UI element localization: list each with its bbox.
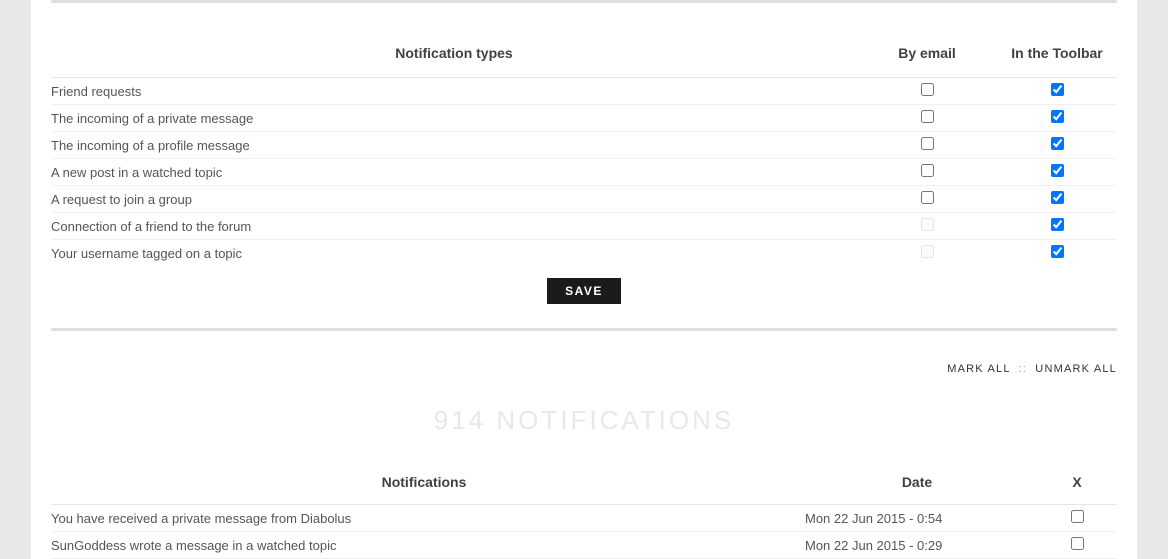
toolbar-checkbox[interactable] xyxy=(1051,191,1064,204)
notification-link[interactable]: in a watched topic xyxy=(232,538,336,553)
toolbar-cell xyxy=(997,240,1117,267)
col-header-date: Date xyxy=(797,464,1037,505)
notification-type-label: A new post in a watched topic xyxy=(51,159,857,186)
notification-date: Mon 22 Jun 2015 - 0:29 xyxy=(797,532,1037,559)
select-cell xyxy=(1037,532,1117,559)
toolbar-cell xyxy=(997,132,1117,159)
toolbar-checkbox[interactable] xyxy=(1051,218,1064,231)
email-cell xyxy=(857,186,997,213)
col-header-types: Notification types xyxy=(51,33,857,78)
notification-text-fragment: from xyxy=(267,511,300,526)
col-header-notifications: Notifications xyxy=(51,464,797,505)
table-row: Your username tagged on a topic xyxy=(51,240,1117,267)
col-header-email: By email xyxy=(857,33,997,78)
toolbar-cell xyxy=(997,186,1117,213)
table-row: The incoming of a private message xyxy=(51,105,1117,132)
notifications-table: Notifications Date X You have received a… xyxy=(51,464,1117,559)
col-header-toolbar: In the Toolbar xyxy=(997,33,1117,78)
email-checkbox xyxy=(921,245,934,258)
table-row: A request to join a group xyxy=(51,186,1117,213)
notification-type-label: The incoming of a private message xyxy=(51,105,857,132)
toolbar-checkbox[interactable] xyxy=(1051,164,1064,177)
email-checkbox xyxy=(921,218,934,231)
divider xyxy=(51,328,1117,331)
toolbar-cell xyxy=(997,105,1117,132)
select-checkbox[interactable] xyxy=(1071,537,1084,550)
table-row: Connection of a friend to the forum xyxy=(51,213,1117,240)
notification-type-label: A request to join a group xyxy=(51,186,857,213)
toolbar-cell xyxy=(997,213,1117,240)
unmark-all-link[interactable]: UNMARK ALL xyxy=(1035,363,1117,375)
email-checkbox[interactable] xyxy=(921,110,934,123)
mark-all-link[interactable]: MARK ALL xyxy=(947,363,1010,375)
notification-type-label: Friend requests xyxy=(51,78,857,105)
email-checkbox[interactable] xyxy=(921,191,934,204)
email-cell xyxy=(857,159,997,186)
email-cell xyxy=(857,213,997,240)
table-row: A new post in a watched topic xyxy=(51,159,1117,186)
notification-type-label: Connection of a friend to the forum xyxy=(51,213,857,240)
select-checkbox[interactable] xyxy=(1071,510,1084,523)
toolbar-checkbox[interactable] xyxy=(1051,83,1064,96)
email-cell xyxy=(857,240,997,267)
table-row: You have received a private message from… xyxy=(51,505,1117,532)
notification-text: SunGoddess wrote a message in a watched … xyxy=(51,532,797,559)
table-row: The incoming of a profile message xyxy=(51,132,1117,159)
notification-types-table: Notification types By email In the Toolb… xyxy=(51,33,1117,266)
toolbar-checkbox[interactable] xyxy=(1051,137,1064,150)
email-cell xyxy=(857,78,997,105)
notification-link[interactable]: private message xyxy=(172,511,267,526)
toolbar-checkbox[interactable] xyxy=(1051,110,1064,123)
notifications-heading: 914 NOTIFICATIONS xyxy=(51,405,1117,436)
notification-date: Mon 22 Jun 2015 - 0:54 xyxy=(797,505,1037,532)
toolbar-cell xyxy=(997,78,1117,105)
toolbar-checkbox[interactable] xyxy=(1051,245,1064,258)
email-cell xyxy=(857,132,997,159)
save-button[interactable]: SAVE xyxy=(547,278,621,304)
mark-controls: MARK ALL :: UNMARK ALL xyxy=(51,359,1117,405)
toolbar-cell xyxy=(997,159,1117,186)
notification-text-fragment: You have received a xyxy=(51,511,172,526)
email-checkbox[interactable] xyxy=(921,137,934,150)
divider xyxy=(51,0,1117,3)
notification-type-label: The incoming of a profile message xyxy=(51,132,857,159)
table-row: Friend requests xyxy=(51,78,1117,105)
notification-link[interactable]: SunGoddess xyxy=(51,538,126,553)
notification-text-fragment: wrote a message xyxy=(126,538,232,553)
col-header-x: X xyxy=(1037,464,1117,505)
select-cell xyxy=(1037,505,1117,532)
separator: :: xyxy=(1019,363,1028,375)
notification-link[interactable]: Diabolus xyxy=(301,511,352,526)
email-checkbox[interactable] xyxy=(921,83,934,96)
email-checkbox[interactable] xyxy=(921,164,934,177)
notification-text: You have received a private message from… xyxy=(51,505,797,532)
email-cell xyxy=(857,105,997,132)
notification-type-label: Your username tagged on a topic xyxy=(51,240,857,267)
table-row: SunGoddess wrote a message in a watched … xyxy=(51,532,1117,559)
